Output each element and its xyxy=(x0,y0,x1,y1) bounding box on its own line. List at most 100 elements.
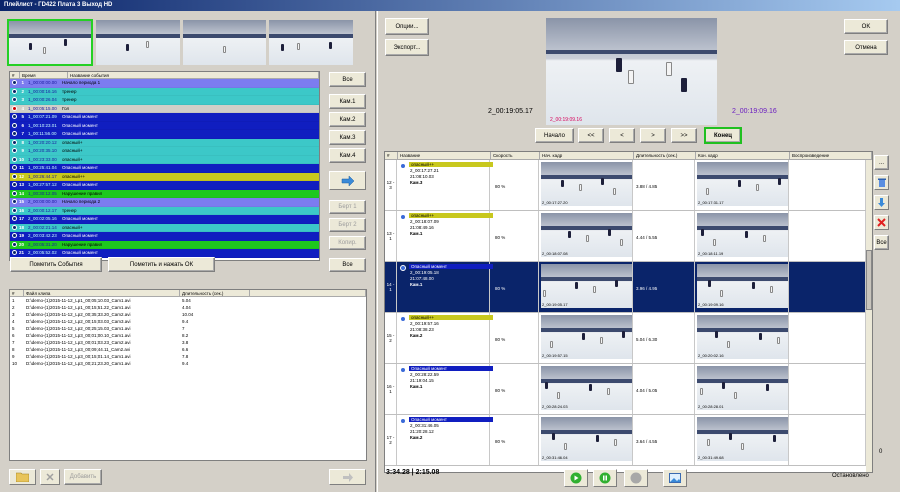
event-status-icon xyxy=(12,80,17,86)
camera-thumbnail-4[interactable] xyxy=(269,20,353,65)
col-speed: Скорость xyxy=(491,152,540,159)
step-back-button[interactable]: < xyxy=(609,128,635,143)
clip-row[interactable]: 10 D:\demo-(1)2015-11-12_Lp3_00;21;23.20_… xyxy=(10,360,366,367)
playlist-row[interactable]: 14 - 1 Опасный момент 2_00:19:05.18 21:07:4… xyxy=(385,262,867,313)
frame-thumbnail[interactable]: 2_00:19:05.17 xyxy=(541,264,632,308)
event-status-icon xyxy=(12,165,17,171)
row-camera: Кам.3 xyxy=(410,180,423,185)
export-button[interactable]: Экспорт... xyxy=(385,39,429,56)
row-speed[interactable]: 80 % xyxy=(491,415,539,465)
event-row[interactable]: 17 2_00:02:05.16 Опасный момент xyxy=(10,215,319,224)
row-speed[interactable]: 80 % xyxy=(491,313,539,363)
event-row[interactable]: 7 1_00:11:56.00 Опасный момент xyxy=(10,130,319,139)
row-speed[interactable]: 80 % xyxy=(491,364,539,414)
clip-file: D:\demo-(1)2015-11-12_Lp2_00;25;15.03_Ca… xyxy=(26,326,131,331)
frame-thumbnail[interactable]: 2_00:31:49.68 xyxy=(697,417,788,461)
frame-thumbnail[interactable]: 2_00:18:11.19 xyxy=(697,213,788,257)
frame-thumbnail[interactable]: 2_00:20:02.16 xyxy=(697,315,788,359)
event-label: Нарушение правил xyxy=(62,241,103,247)
all-events-button[interactable]: Все xyxy=(329,72,366,87)
playlist-row[interactable]: 16 - 1 Опасный момент 2_00:28:22.59 21:19:0… xyxy=(385,364,867,415)
camera-thumbnail-2[interactable] xyxy=(96,20,180,65)
frame-thumbnail[interactable]: 2_00:31:46.04 xyxy=(541,417,632,461)
open-folder-button[interactable] xyxy=(9,469,36,485)
row-speed[interactable]: 80 % xyxy=(491,160,539,210)
event-row[interactable]: 3 1_00:00:26.04 тренер xyxy=(10,96,319,105)
frame-thumbnail[interactable]: 2_00:28:24.03 xyxy=(541,366,632,410)
delete-item-button[interactable] xyxy=(874,175,889,190)
fast-forward-button[interactable]: >> xyxy=(671,128,697,143)
playlist-row[interactable]: 13 - 1 опасный++ 2_00:18:07.09 21:08:49.16 К… xyxy=(385,211,867,262)
mark-and-ok-button[interactable]: Пометить и нажать ОК xyxy=(108,257,215,272)
fast-back-button[interactable]: << xyxy=(578,128,604,143)
event-row[interactable]: 5 1_00:07:21.09 Опасный момент xyxy=(10,113,319,122)
frame-thumbnail[interactable]: 2_00:18:07.08 xyxy=(541,213,632,257)
clip-row[interactable]: 2 D:\demo-(1)2015-11-12_Lp1_00;15;51.22_C… xyxy=(10,304,366,311)
mark-events-button[interactable]: Пометить События xyxy=(10,257,102,272)
event-status-icon xyxy=(12,105,17,111)
select-all-button[interactable]: Все xyxy=(874,235,889,250)
row-speed[interactable]: 80 % xyxy=(491,262,539,312)
clip-row[interactable]: 9 D:\demo-(1)2015-11-12_Lp3_00;15;01.14_C… xyxy=(10,353,366,360)
clip-row[interactable]: 1 D:\demo-(1)2015-11-12_Lp1_00;05;10.03_C… xyxy=(10,297,366,304)
frame-thumbnail[interactable]: 2_00:17:31.17 xyxy=(697,162,788,206)
clip-file: D:\demo-(1)2015-11-12_Lp1_00;15;51.22_Ca… xyxy=(26,305,131,310)
event-row[interactable]: 12 1_00:26:44.17 опасный++ xyxy=(10,172,319,181)
event-row[interactable]: 9 1_00:20:35.10 опасный+ xyxy=(10,147,319,156)
camera-thumbnail-1[interactable] xyxy=(7,19,93,66)
frame-timestamp: 2_00:28:24.03 xyxy=(542,404,568,409)
event-row[interactable]: 2 1_00:00:16.16 тренер xyxy=(10,87,319,96)
event-row[interactable]: 18 2_00:02:21.14 опасный+ xyxy=(10,223,319,232)
event-row[interactable]: 4 1_00:05:15.00 Гол xyxy=(10,104,319,113)
clip-row[interactable]: 3 D:\demo-(1)2015-11-12_Lp2_00;35;33.20_C… xyxy=(10,311,366,318)
camera-2-button[interactable]: Кам.2 xyxy=(329,112,366,127)
clip-row[interactable]: 5 D:\demo-(1)2015-11-12_Lp2_00;25;15.03_C… xyxy=(10,325,366,332)
camera-4-button[interactable]: Кам.4 xyxy=(329,148,366,163)
snapshot-button[interactable] xyxy=(663,469,687,487)
pause-button[interactable] xyxy=(593,469,617,487)
frame-thumbnail[interactable]: 2_00:19:09.16 xyxy=(697,264,788,308)
event-row[interactable]: 10 1_00:23:33.00 опасный+ xyxy=(10,155,319,164)
options-button[interactable]: Опции... xyxy=(385,18,429,35)
playlist-scrollbar[interactable] xyxy=(866,160,872,472)
frame-thumbnail[interactable]: 2_00:28:28.01 xyxy=(697,366,788,410)
frame-thumbnail[interactable]: 2_00:17:27.20 xyxy=(541,162,632,206)
clip-row[interactable]: 8 D:\demo-(1)2015-11-12_Lp3_00;09;44.11_C… xyxy=(10,346,366,353)
clip-number: 10 xyxy=(12,361,18,366)
camera-1-button[interactable]: Кам.1 xyxy=(329,94,366,109)
event-row[interactable]: 1 1_00:00:00.00 Начало периода 1 xyxy=(10,79,319,88)
move-down-button[interactable] xyxy=(874,195,889,210)
step-forward-button[interactable]: > xyxy=(640,128,666,143)
play-button[interactable] xyxy=(564,469,588,487)
camera-3-button[interactable]: Кам.3 xyxy=(329,130,366,145)
frame-thumbnail[interactable]: 2_00:19:57.15 xyxy=(541,315,632,359)
event-row[interactable]: 20 2_00:05:31.20 Нарушение правил xyxy=(10,240,319,249)
row-speed[interactable]: 80 % xyxy=(491,211,539,261)
event-row[interactable]: 14 1_00:30:12.05 Нарушение правил xyxy=(10,189,319,198)
go-end-button[interactable]: Конец xyxy=(704,127,742,144)
clip-row[interactable]: 6 D:\demo-(1)2015-11-12_Lp3_00;01;00.10_C… xyxy=(10,332,366,339)
playlist-row[interactable]: 17 - 2 Опасный момент 2_00:31:46.05 21:20:2… xyxy=(385,415,867,466)
playlist-row[interactable]: 15 - 2 опасный++ 2_00:19:57.16 21:08:38.23 К… xyxy=(385,313,867,364)
event-row[interactable]: 16 2_00:00:12.17 тренер xyxy=(10,206,319,215)
clip-row[interactable]: 4 D:\demo-(1)2015-11-12_Lp2_00;15;03.03_C… xyxy=(10,318,366,325)
playlist-row[interactable]: 12 - 3 опасный++ 2_00:17:27.21 21:08:10.03 К… xyxy=(385,160,867,211)
cancel-button[interactable]: Отмена xyxy=(844,40,888,55)
camera-thumbnail-3[interactable] xyxy=(183,20,266,65)
event-row[interactable]: 15 2_00:00:00.00 Начало периода 2 xyxy=(10,198,319,207)
event-row[interactable]: 6 1_00:10:23.01 Опасный момент xyxy=(10,121,319,130)
go-start-button[interactable]: Начало xyxy=(535,128,574,143)
event-row[interactable]: 19 2_00:03:42.23 Опасный момент xyxy=(10,232,319,241)
clip-row[interactable]: 7 D:\demo-(1)2015-11-12_Lp3_00;01;03.23_C… xyxy=(10,339,366,346)
add-to-playlist-button[interactable] xyxy=(329,171,366,190)
remove-button[interactable] xyxy=(874,215,889,230)
col-name: Название xyxy=(398,152,491,159)
more-button[interactable]: ... xyxy=(874,155,889,170)
row-camera: Кам.1 xyxy=(410,231,423,236)
scrollbar-thumb[interactable] xyxy=(866,250,872,310)
all-clips-button[interactable]: Все xyxy=(329,258,366,272)
event-row[interactable]: 8 1_00:20:20.12 опасный+ xyxy=(10,138,319,147)
ok-button[interactable]: OK xyxy=(844,19,888,34)
event-row[interactable]: 11 1_00:25:41.04 Опасный момент xyxy=(10,164,319,173)
event-row[interactable]: 13 1_00:27:57.12 Опасный момент xyxy=(10,181,319,190)
